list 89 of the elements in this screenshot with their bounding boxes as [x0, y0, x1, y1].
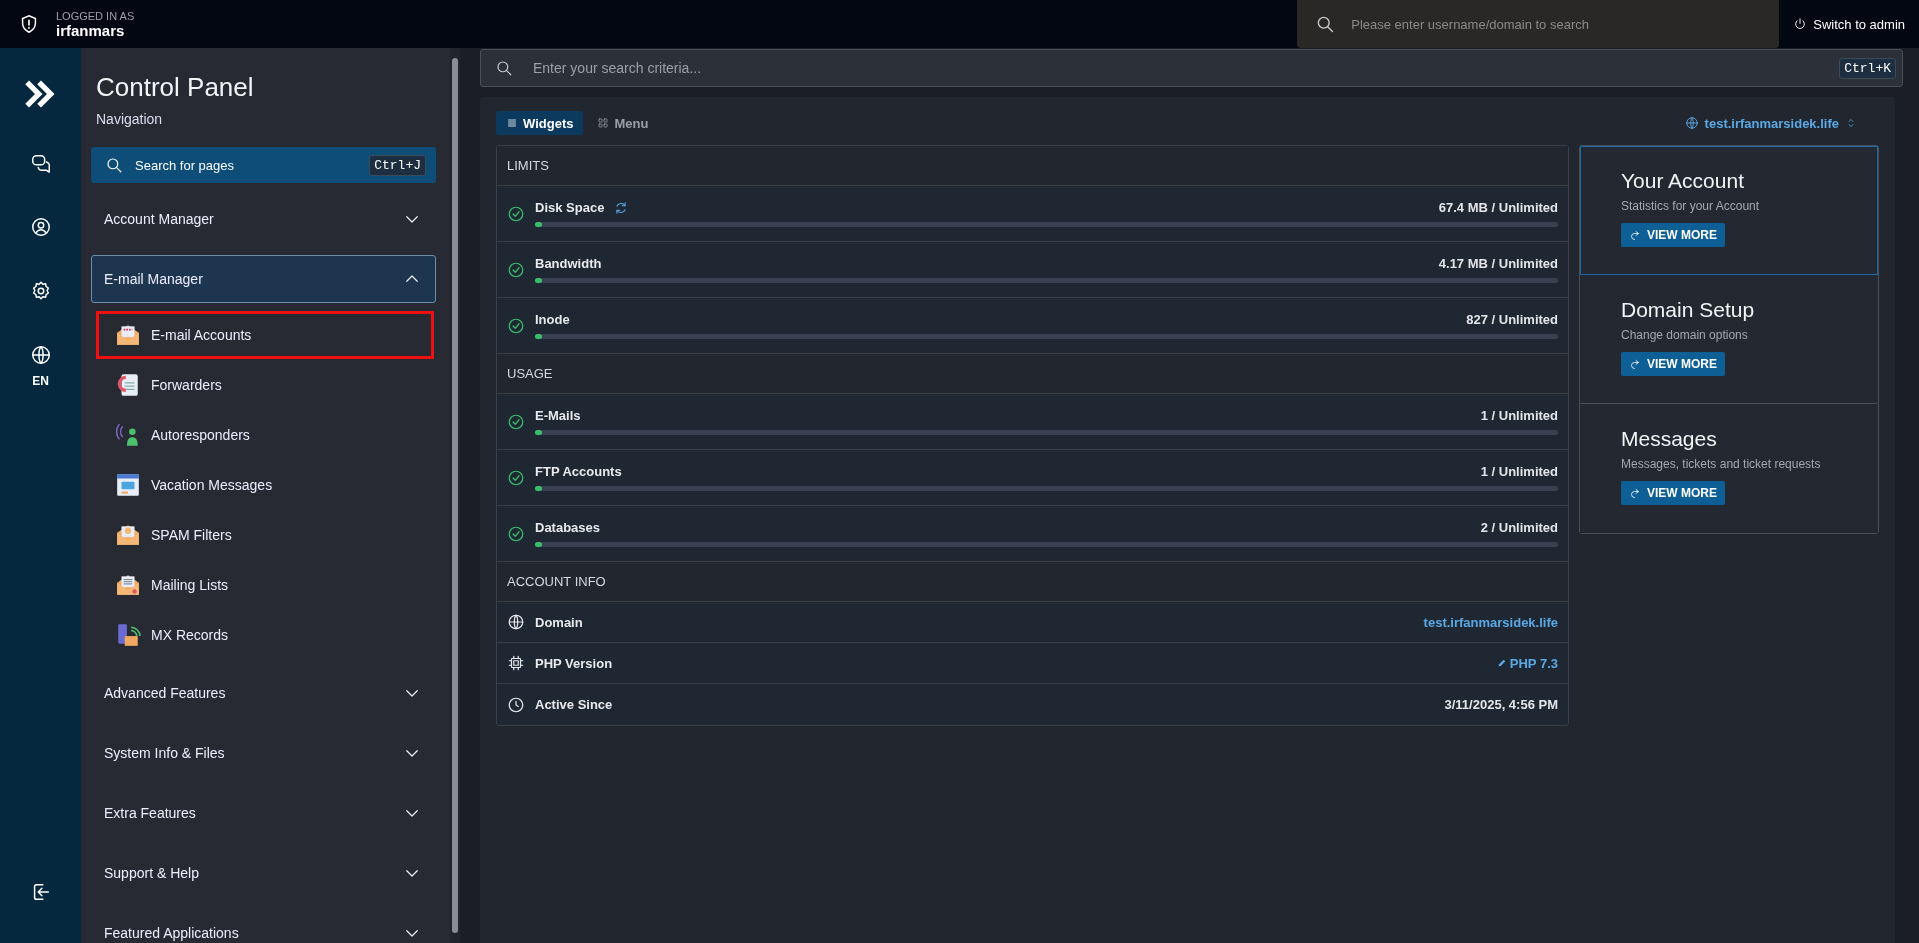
view-tab[interactable]: Menu	[587, 111, 659, 135]
stat-value: 2 / Unlimited	[1480, 520, 1558, 535]
stat-label: FTP Accounts	[535, 464, 622, 479]
chat-icon[interactable]	[29, 152, 52, 174]
info-label: Domain	[535, 614, 584, 630]
globe-icon	[1684, 116, 1699, 130]
stat-value: 67.4 MB / Unlimited	[1438, 200, 1558, 215]
language-label[interactable]: EN	[32, 374, 49, 388]
view-more-button[interactable]: VIEW MORE	[1621, 352, 1725, 376]
view-more-button[interactable]: VIEW MORE	[1621, 481, 1725, 505]
sidebar-title: Control Panel	[96, 72, 255, 103]
logged-in-label: LOGGED IN AS	[56, 9, 135, 22]
chip-icon	[507, 654, 525, 672]
stat-value: 1 / Unlimited	[1480, 408, 1558, 423]
shortcut-key: Ctrl+J	[369, 154, 426, 176]
share-arrow-icon	[1629, 487, 1641, 499]
page-search-button[interactable]: Search for pages Ctrl+J	[91, 147, 436, 183]
card-description: Statistics for your Account	[1621, 199, 1761, 213]
grid-icon	[597, 117, 610, 129]
info-label: Active Since	[535, 697, 614, 712]
nav-section[interactable]: Support & Help	[91, 849, 436, 897]
nav-section[interactable]: System Info & Files	[91, 729, 436, 777]
share-arrow-icon	[1629, 229, 1641, 241]
person-signal-icon	[115, 422, 141, 448]
search-field[interactable]: Enter your search criteria... Ctrl+K	[480, 49, 1903, 87]
check-circle-icon	[507, 260, 525, 279]
refresh-icon[interactable]	[614, 200, 629, 215]
nav-section[interactable]: Advanced Features	[91, 669, 436, 717]
view-more-button[interactable]: VIEW MORE	[1621, 223, 1725, 247]
username: irfanmars	[56, 21, 126, 39]
scrollbar-thumb[interactable]	[452, 58, 458, 933]
stat-label: Disk Space	[535, 200, 605, 215]
php-version-link[interactable]: PHP 7.3	[1496, 655, 1558, 671]
nav-item[interactable]: Forwarders	[96, 361, 434, 409]
chat-window-icon	[115, 472, 141, 498]
check-circle-icon	[507, 412, 525, 431]
stat-value: 827 / Unlimited	[1466, 312, 1558, 327]
section-heading: LIMITS	[497, 146, 1568, 186]
sidebar-subtitle: Navigation	[96, 111, 164, 127]
nav-section[interactable]: Extra Features	[91, 789, 436, 837]
switch-to-admin-button[interactable]: Switch to admin	[1779, 8, 1919, 40]
nav-item[interactable]: Mailing Lists	[96, 561, 434, 609]
nav-section[interactable]: E-mail Manager	[91, 255, 436, 303]
power-icon	[1793, 17, 1808, 31]
nav-item[interactable]: SPAM Filters	[96, 511, 434, 559]
clock-icon	[507, 695, 525, 714]
section-heading: ACCOUNT INFO	[497, 562, 1568, 602]
view-tab[interactable]: Widgets	[496, 111, 584, 135]
section-heading: USAGE	[497, 354, 1568, 394]
server-signal-icon	[115, 622, 141, 648]
user-search-input[interactable]: Please enter username/domain to search	[1349, 15, 1780, 33]
globe-icon	[507, 613, 525, 631]
nav-item[interactable]: Vacation Messages	[96, 461, 434, 509]
document-arrow-icon	[115, 372, 141, 398]
nav-section[interactable]: Account Manager	[91, 195, 436, 243]
user-search-field[interactable]: Please enter username/domain to search	[1297, 0, 1780, 48]
search-icon	[105, 156, 123, 174]
card-description: Change domain options	[1621, 328, 1749, 342]
globe-icon[interactable]	[29, 344, 52, 366]
check-circle-icon	[507, 524, 525, 543]
stat-label: Bandwidth	[535, 256, 602, 271]
user-icon[interactable]	[29, 216, 52, 238]
stat-label: Inode	[535, 312, 570, 327]
search-input[interactable]: Enter your search criteria...	[531, 59, 1822, 77]
domain-link[interactable]: test.irfanmarsidek.life	[1423, 614, 1558, 630]
nav-item[interactable]: Autoresponders	[96, 411, 434, 459]
info-label: PHP Version	[535, 655, 614, 671]
domain-selector[interactable]: test.irfanmarsidek.life	[1678, 114, 1863, 132]
info-value: 3/11/2025, 4:56 PM	[1444, 697, 1558, 712]
card-title: Your Account	[1621, 169, 1745, 193]
card-title: Domain Setup	[1621, 298, 1756, 322]
search-icon	[1315, 14, 1336, 34]
pencil-icon	[1496, 658, 1507, 668]
nav-section[interactable]: Featured Applications	[91, 909, 436, 943]
nav-item[interactable]: MX Records	[96, 611, 434, 659]
search-icon	[495, 59, 513, 77]
stat-label: Databases	[535, 520, 601, 535]
check-circle-icon	[507, 204, 525, 223]
check-circle-icon	[507, 468, 525, 487]
shortcut-key: Ctrl+K	[1839, 57, 1896, 79]
chevron-updown-icon	[1845, 117, 1857, 129]
stat-value: 1 / Unlimited	[1480, 464, 1558, 479]
card-title: Messages	[1621, 427, 1718, 451]
stat-value: 4.17 MB / Unlimited	[1438, 256, 1558, 271]
card-description: Messages, tickets and ticket requests	[1621, 457, 1822, 471]
check-circle-icon	[507, 316, 525, 335]
share-arrow-icon	[1629, 358, 1641, 370]
nav-item[interactable]: E-mail Accounts	[96, 311, 434, 359]
stat-label: E-Mails	[535, 408, 581, 423]
